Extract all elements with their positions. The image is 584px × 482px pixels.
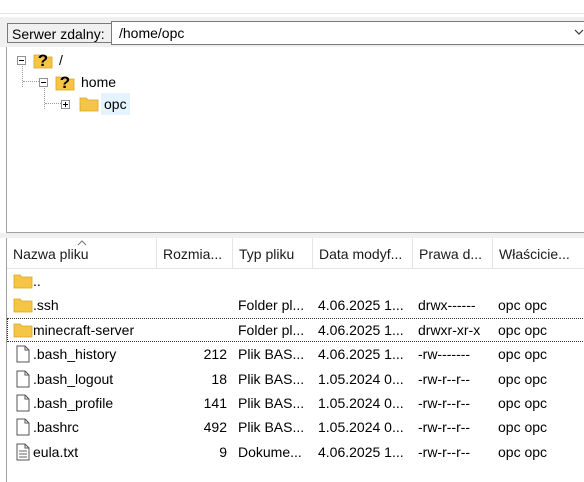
file-type: Folder pl... [238, 293, 310, 317]
file-type: Plik BAS... [238, 367, 310, 391]
file-date [318, 269, 413, 293]
file-row[interactable]: .bashrc 492 Plik BAS... 1.05.2024 0... -rw-r… [7, 415, 584, 439]
file-type: Plik BAS... [238, 415, 310, 439]
remote-path-input[interactable]: /home/opc [111, 21, 584, 45]
file-owner: opc opc [498, 415, 582, 439]
svg-text:?: ? [38, 51, 48, 70]
file-type: Plik BAS... [238, 391, 310, 415]
folder-icon [13, 296, 33, 317]
file-row[interactable]: eula.txt 9 Dokume... 4.06.2025 1... -rw-r--r… [7, 440, 584, 464]
column-header-date[interactable]: Data modyf... [313, 238, 413, 268]
file-permissions: -rw-r--r-- [418, 440, 498, 464]
column-header-size[interactable]: Rozmia... [157, 238, 233, 268]
column-header-name[interactable]: Nazwa pliku [7, 238, 157, 268]
collapse-icon[interactable] [17, 56, 26, 65]
file-date: 4.06.2025 1... [318, 342, 413, 366]
tree-node-root[interactable]: ? / [7, 49, 207, 71]
column-header-permissions[interactable]: Prawa d... [413, 238, 493, 268]
unknown-folder-icon: ? [55, 72, 75, 92]
file-name: eula.txt [33, 440, 171, 464]
file-owner: opc opc [498, 342, 582, 366]
file-size: 492 [157, 415, 227, 439]
file-size [157, 269, 227, 293]
remote-directory-tree[interactable]: ? / ? home opc [6, 47, 584, 233]
file-size: 9 [157, 440, 227, 464]
file-date: 1.05.2024 0... [318, 391, 413, 415]
file-date: 1.05.2024 0... [318, 415, 413, 439]
file-permissions: drwx------ [418, 293, 498, 317]
file-owner: opc opc [498, 318, 582, 342]
file-owner: opc opc [498, 367, 582, 391]
file-icon [13, 370, 33, 391]
top-strip [0, 0, 584, 14]
file-date: 1.05.2024 0... [318, 367, 413, 391]
text-file-icon [13, 443, 33, 464]
file-size [157, 318, 227, 342]
remote-path-bar: Serwer zdalny: /home/opc [0, 17, 584, 47]
file-name: .ssh [33, 293, 171, 317]
sort-ascending-icon [77, 240, 87, 246]
expand-icon[interactable] [61, 100, 70, 109]
file-row[interactable]: minecraft-server Folder pl... 4.06.2025 1.… [7, 318, 584, 342]
file-size [157, 293, 227, 317]
collapse-icon[interactable] [39, 78, 48, 87]
tree-node-home[interactable]: ? home [7, 71, 207, 93]
file-type: Dokume... [238, 440, 310, 464]
file-type: Folder pl... [238, 318, 310, 342]
file-size: 141 [157, 391, 227, 415]
file-row[interactable]: .bash_history 212 Plik BAS... 4.06.2025 1..… [7, 342, 584, 366]
file-name: .bash_logout [33, 367, 171, 391]
file-size: 18 [157, 367, 227, 391]
file-name: .bash_history [33, 342, 171, 366]
chevron-down-icon[interactable] [572, 22, 584, 42]
tree-label-root: / [59, 49, 63, 71]
folder-icon [13, 321, 33, 342]
file-date: 4.06.2025 1... [318, 318, 413, 342]
file-row[interactable]: .. [7, 269, 584, 293]
file-type: Plik BAS... [238, 342, 310, 366]
tree-node-opc[interactable]: opc [7, 93, 207, 115]
file-permissions [418, 269, 498, 293]
remote-site-label: Serwer zdalny: [7, 23, 111, 43]
svg-text:?: ? [60, 73, 70, 92]
column-header-type[interactable]: Typ pliku [233, 238, 313, 268]
folder-icon [79, 95, 99, 113]
file-permissions: -rw------- [418, 342, 498, 366]
file-size: 212 [157, 342, 227, 366]
file-type [238, 269, 310, 293]
file-permissions: drwxr-xr-x [418, 318, 498, 342]
file-icon [13, 394, 33, 415]
file-permissions: -rw-r--r-- [418, 415, 498, 439]
file-owner [498, 269, 582, 293]
file-date: 4.06.2025 1... [318, 440, 413, 464]
file-name: .bashrc [33, 415, 171, 439]
unknown-folder-icon: ? [33, 50, 53, 70]
file-permissions: -rw-r--r-- [418, 367, 498, 391]
file-icon [13, 418, 33, 439]
file-icon [13, 345, 33, 366]
file-owner: opc opc [498, 293, 582, 317]
file-name: .. [33, 269, 171, 293]
file-date: 4.06.2025 1... [318, 293, 413, 317]
tree-label-opc: opc [101, 93, 130, 115]
file-name: .bash_profile [33, 391, 171, 415]
file-row[interactable]: .bash_profile 141 Plik BAS... 1.05.2024 0..… [7, 391, 584, 415]
folder-icon [13, 272, 33, 293]
remote-file-list[interactable]: Nazwa pliku Rozmia... Typ pliku Data mod… [6, 238, 584, 482]
file-row[interactable]: .bash_logout 18 Plik BAS... 1.05.2024 0... -… [7, 367, 584, 391]
file-owner: opc opc [498, 440, 582, 464]
column-header-owner[interactable]: Właścicie... [493, 238, 584, 268]
file-row[interactable]: .ssh Folder pl... 4.06.2025 1... drwx------… [7, 293, 584, 317]
file-list-header: Nazwa pliku Rozmia... Typ pliku Data mod… [7, 238, 584, 269]
tree-label-home: home [81, 71, 116, 93]
file-permissions: -rw-r--r-- [418, 391, 498, 415]
file-owner: opc opc [498, 391, 582, 415]
file-name: minecraft-server [33, 318, 171, 342]
